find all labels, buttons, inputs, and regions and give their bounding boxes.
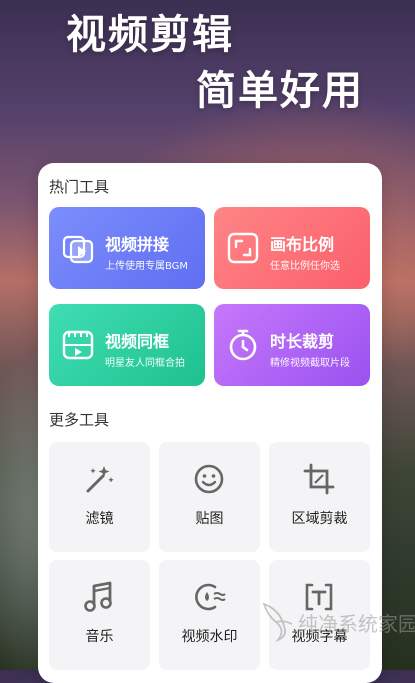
watermark-icon bbox=[195, 583, 226, 611]
canvas-ratio-card[interactable]: 画布比例 任意比例任你选 bbox=[214, 207, 370, 289]
sticker-icon bbox=[194, 464, 224, 494]
video-duet-title: 视频同框 bbox=[105, 332, 170, 351]
video-splice-card[interactable]: 视频拼接 上传使用专属BGM bbox=[49, 207, 205, 289]
bird-logo-icon bbox=[262, 602, 293, 642]
sticker-label: 贴图 bbox=[195, 511, 224, 527]
canvas-ratio-title: 画布比例 bbox=[270, 235, 335, 254]
video-splice-subtitle: 上传使用专属BGM bbox=[105, 261, 189, 272]
video-duet-subtitle: 明星友人同框合拍 bbox=[105, 358, 185, 369]
video-splice-title: 视频拼接 bbox=[105, 235, 170, 254]
canvas-ratio-icon bbox=[227, 232, 259, 264]
hero-title-line2: 简单好用 bbox=[196, 68, 364, 114]
sticker-tool-button[interactable]: 贴图 bbox=[159, 442, 260, 552]
music-tool-button[interactable]: 音乐 bbox=[49, 560, 150, 670]
stopwatch-icon bbox=[229, 329, 257, 361]
hero-banner: 视频剪辑 简单好用 bbox=[0, 0, 415, 160]
crop-icon bbox=[303, 463, 335, 495]
filter-tool-button[interactable]: 滤镜 bbox=[49, 442, 150, 552]
duration-trim-subtitle: 精修视频截取片段 bbox=[270, 358, 350, 369]
duration-trim-card[interactable]: 时长裁剪 精修视频截取片段 bbox=[214, 304, 370, 386]
music-label: 音乐 bbox=[85, 629, 114, 645]
watermark-text: 纯净系统家园 bbox=[298, 612, 415, 636]
magic-wand-icon bbox=[86, 466, 114, 493]
video-splice-icon bbox=[62, 235, 94, 264]
video-duet-icon bbox=[62, 330, 94, 360]
video-duet-card[interactable]: 视频同框 明星友人同框合拍 bbox=[49, 304, 205, 386]
duration-trim-title: 时长裁剪 bbox=[270, 332, 335, 351]
more-tools-title: 更多工具 bbox=[49, 411, 110, 429]
hot-tools-title: 热门工具 bbox=[49, 178, 110, 196]
crop-tool-button[interactable]: 区域剪裁 bbox=[269, 442, 370, 552]
crop-label: 区域剪裁 bbox=[291, 511, 348, 527]
music-note-icon bbox=[84, 581, 112, 612]
filter-label: 滤镜 bbox=[85, 511, 114, 527]
watermark-tool-button[interactable]: 视频水印 bbox=[159, 560, 260, 670]
watermark-label: 视频水印 bbox=[181, 629, 238, 645]
hero-title-line1: 视频剪辑 bbox=[66, 12, 234, 58]
canvas-ratio-subtitle: 任意比例任你选 bbox=[270, 261, 340, 272]
site-watermark: 纯净系统家园 bbox=[258, 596, 415, 646]
